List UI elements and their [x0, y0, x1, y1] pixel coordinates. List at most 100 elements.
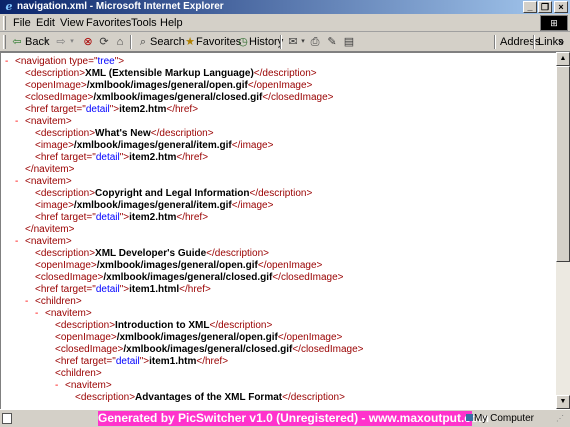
collapse-toggle[interactable]: -	[5, 56, 15, 68]
xml-tag: <navitem>	[25, 176, 72, 187]
print-icon[interactable]: ⎙	[308, 35, 322, 49]
security-zone-label: My Computer	[474, 413, 535, 424]
xml-tag: <openImage>	[35, 260, 97, 271]
xml-line: - <navigation type="tree">	[5, 56, 124, 68]
edit-icon[interactable]: ✎	[325, 35, 339, 49]
xml-text: Introduction to XML	[115, 320, 210, 331]
xml-text: XML Developer's Guide	[95, 248, 207, 259]
xml-tag: <openImage>	[25, 80, 87, 91]
xml-tag: </href>	[176, 152, 209, 163]
resize-grip-icon[interactable]: ⋰	[556, 412, 568, 426]
xml-line: <openImage>/xmlbook/images/general/open.…	[55, 332, 342, 344]
xml-attr-value: detail	[95, 152, 120, 163]
xml-tag: <image>	[35, 140, 74, 151]
watermark-banner: Generated by PicSwitcher v1.0 (Unregiste…	[98, 411, 489, 426]
xml-text: Copyright and Legal Information	[95, 188, 250, 199]
collapse-toggle[interactable]: -	[15, 236, 25, 248]
xml-tag: <href	[25, 104, 51, 115]
toolbar-separator	[494, 35, 496, 49]
home-icon[interactable]: ⌂	[113, 35, 127, 49]
minimize-button[interactable]: _	[523, 1, 537, 13]
back-dropdown-icon[interactable]: ▾	[43, 35, 51, 49]
xml-text: /xmlbook/images/general/item.gif	[73, 200, 232, 211]
menu-file[interactable]: File	[13, 17, 31, 30]
xml-tag: <description>	[35, 188, 96, 199]
xml-line: </navitem>	[25, 164, 74, 176]
document-view[interactable]: - <navigation type="tree"> <description>XM…	[0, 52, 570, 409]
search-button[interactable]: Search	[150, 35, 185, 49]
xml-tag: </description>	[249, 188, 313, 199]
collapse-toggle[interactable]: -	[35, 308, 45, 320]
xml-text: item2.htm	[129, 212, 177, 223]
xml-tag: target="	[50, 104, 86, 115]
xml-tag: </description>	[282, 392, 345, 403]
forward-dropdown-icon[interactable]: ▾	[68, 35, 76, 49]
menu-edit[interactable]: Edit	[36, 17, 55, 30]
close-button[interactable]: ×	[554, 1, 568, 13]
xml-tag: <children>	[55, 368, 102, 379]
vertical-scrollbar[interactable]: ▲ ▼	[556, 52, 570, 409]
restore-button[interactable]: ❐	[538, 1, 552, 13]
xml-line: <href target="detail">item2.htm</href>	[35, 212, 208, 224]
menu-bar: File Edit View Favorites Tools Help ⊞	[0, 14, 570, 32]
xml-tag: <description>	[35, 128, 96, 139]
discuss-icon[interactable]: ▤	[342, 35, 356, 49]
xml-tag: ">	[109, 104, 120, 115]
menu-tools[interactable]: Tools	[131, 17, 157, 30]
xml-line: <children>	[55, 368, 102, 380]
xml-tag: </href>	[166, 104, 199, 115]
title-bar[interactable]: e navigation.xml - Microsoft Internet Ex…	[0, 0, 570, 14]
history-button[interactable]: History	[249, 35, 283, 49]
xml-attr-value: detail	[95, 212, 120, 223]
links-chevron-icon[interactable]: »	[558, 35, 564, 49]
toolbar-grip[interactable]	[3, 35, 6, 49]
menu-help[interactable]: Help	[160, 17, 183, 30]
mail-dropdown-icon[interactable]: ▾	[299, 35, 307, 49]
xml-line: <href target="detail">item1.htm</href>	[55, 356, 228, 368]
computer-icon	[466, 414, 473, 421]
xml-tag: <closedImage>	[35, 272, 104, 283]
xml-text: XML (Extensible Markup Language)	[85, 68, 254, 79]
internet-explorer-icon: e	[5, 0, 13, 13]
scroll-down-button[interactable]: ▼	[556, 395, 570, 409]
xml-tag: <navitem>	[25, 116, 72, 127]
xml-text: item2.htm	[129, 152, 177, 163]
xml-line: </navitem>	[25, 224, 74, 236]
menubar-grip[interactable]	[3, 16, 6, 30]
xml-line: <description>XML (Extensible Markup Lang…	[25, 68, 317, 80]
xml-text: /xmlbook/images/general/open.gif	[96, 260, 258, 271]
xml-tag: </href>	[176, 212, 209, 223]
xml-tag: target="	[60, 284, 96, 295]
favorites-button[interactable]: Favorites	[196, 35, 241, 49]
xml-tag: </description>	[206, 248, 269, 259]
xml-text: /xmlbook/images/general/item.gif	[73, 140, 232, 151]
xml-tag: ">	[119, 152, 130, 163]
xml-attr-value: detail	[115, 356, 140, 367]
scroll-thumb[interactable]	[556, 66, 570, 262]
xml-tag: <closedImage>	[55, 344, 124, 355]
collapse-toggle[interactable]: -	[15, 116, 25, 128]
stop-icon[interactable]: ⊗	[81, 35, 95, 49]
collapse-toggle[interactable]: -	[25, 296, 35, 308]
xml-line: <closedImage>/xmlbook/images/general/clo…	[25, 92, 334, 104]
collapse-toggle[interactable]: -	[15, 176, 25, 188]
scroll-up-button[interactable]: ▲	[556, 52, 570, 66]
xml-tag: </href>	[196, 356, 229, 367]
xml-text: What's New	[95, 128, 151, 139]
back-arrow-icon: ⇦	[12, 36, 22, 48]
xml-tag: </closedImage>	[292, 344, 364, 355]
refresh-icon[interactable]: ⟳	[97, 35, 111, 49]
menu-view[interactable]: View	[60, 17, 84, 30]
mail-icon[interactable]: ✉	[286, 35, 300, 49]
xml-tag: </openImage>	[247, 80, 313, 91]
xml-tag: <navitem>	[45, 308, 92, 319]
xml-tag: <children>	[35, 296, 82, 307]
forward-button[interactable]: ⇨	[54, 35, 68, 49]
menu-favorites[interactable]: Favorites	[86, 17, 131, 30]
collapse-toggle[interactable]: -	[55, 380, 65, 392]
xml-text: /xmlbook/images/general/open.gif	[116, 332, 278, 343]
xml-tag: <description>	[75, 392, 136, 403]
xml-tag: </openImage>	[277, 332, 343, 343]
xml-tag: <navitem>	[25, 236, 72, 247]
xml-tag: <description>	[25, 68, 86, 79]
